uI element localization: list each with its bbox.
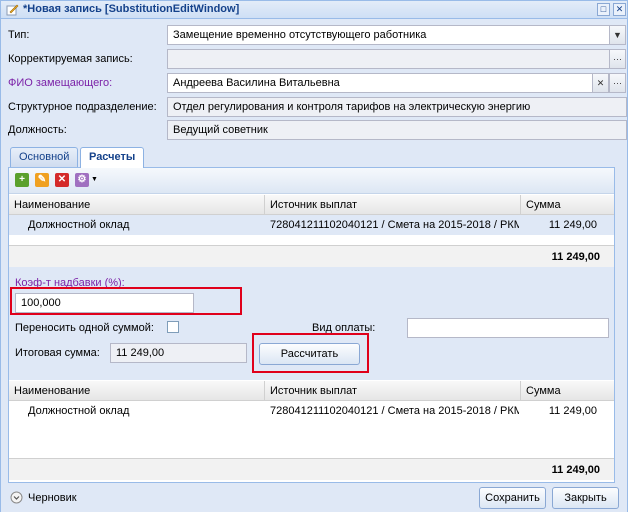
column-header[interactable]: Источник выплат bbox=[265, 195, 521, 215]
ellipsis-icon[interactable]: ··· bbox=[609, 49, 626, 69]
corrected-record-label: Корректируемая запись: bbox=[8, 53, 133, 65]
clear-icon[interactable]: ✕ bbox=[592, 73, 609, 93]
column-header[interactable]: Сумма bbox=[521, 381, 614, 401]
window-titlebar: *Новая запись [SubstitutionEditWindow] □… bbox=[1, 1, 627, 19]
highlight-box-calc bbox=[252, 333, 369, 373]
status-text: Черновик bbox=[28, 492, 77, 504]
save-button[interactable]: Сохранить bbox=[479, 487, 546, 509]
grid-header: Наименование Источник выплат Сумма bbox=[9, 195, 614, 215]
close-button[interactable]: Закрыть bbox=[552, 487, 619, 509]
total-sum-label: Итоговая сумма: bbox=[15, 347, 100, 359]
add-icon[interactable]: + bbox=[15, 173, 29, 187]
corrected-record-field[interactable] bbox=[167, 49, 610, 69]
tab-main[interactable]: Основной bbox=[10, 147, 79, 167]
position-label: Должность: bbox=[8, 124, 67, 136]
payment-type-field[interactable] bbox=[407, 318, 609, 338]
grid-total: 11 249,00 bbox=[551, 464, 600, 476]
grid-total: 11 249,00 bbox=[551, 251, 600, 263]
type-label: Тип: bbox=[8, 29, 30, 41]
maximize-icon[interactable]: □ bbox=[597, 3, 610, 16]
ellipsis-icon[interactable]: ··· bbox=[609, 73, 626, 93]
grid-total-row: 11 249,00 bbox=[9, 458, 614, 480]
department-field: Отдел регулирования и контроля тарифов н… bbox=[167, 97, 627, 117]
grid-total-row: 11 249,00 bbox=[9, 245, 614, 267]
window-title: *Новая запись [SubstitutionEditWindow] bbox=[23, 3, 240, 15]
edit-icon bbox=[6, 4, 19, 16]
edit-icon[interactable]: ✎ bbox=[35, 173, 49, 187]
single-sum-checkbox[interactable] bbox=[167, 321, 179, 333]
dropdown-arrow-icon[interactable]: ▼ bbox=[91, 176, 98, 183]
calculations-panel: + ✎ ✕ ⚙ ▼ Наименование Источник выплат С… bbox=[8, 168, 615, 483]
status-icon bbox=[10, 491, 23, 504]
table-row[interactable]: Должностной оклад 728041211102040121 / С… bbox=[9, 401, 614, 421]
fio-label: ФИО замещающего: bbox=[8, 77, 113, 89]
cell-source: 728041211102040121 / Смета на 2015-2018 … bbox=[270, 405, 519, 417]
highlight-box-coef bbox=[10, 287, 242, 315]
substitution-edit-window: *Новая запись [SubstitutionEditWindow] □… bbox=[0, 0, 628, 512]
cell-source: 728041211102040121 / Смета на 2015-2018 … bbox=[270, 219, 519, 231]
column-header[interactable]: Источник выплат bbox=[265, 381, 521, 401]
tab-strip: Основной Расчеты bbox=[8, 146, 615, 168]
single-sum-label: Переносить одной суммой: bbox=[15, 322, 154, 334]
close-icon[interactable]: ✕ bbox=[613, 3, 626, 16]
column-header[interactable]: Наименование bbox=[9, 381, 265, 401]
fio-field[interactable]: Андреева Василина Витальевна bbox=[167, 73, 593, 93]
cell-name: Должностной оклад bbox=[28, 219, 130, 231]
cell-name: Должностной оклад bbox=[28, 405, 130, 417]
delete-icon[interactable]: ✕ bbox=[55, 173, 69, 187]
grid-toolbar: + ✎ ✕ ⚙ ▼ bbox=[9, 168, 614, 194]
column-header[interactable]: Наименование bbox=[9, 195, 265, 215]
settings-icon[interactable]: ⚙ bbox=[75, 173, 89, 187]
department-label: Структурное подразделение: bbox=[8, 101, 157, 113]
cell-sum: 11 249,00 bbox=[548, 219, 597, 231]
header-form: Тип: Замещение временно отсутствующего р… bbox=[1, 20, 627, 140]
table-row[interactable]: Должностной оклад 728041211102040121 / С… bbox=[9, 215, 614, 235]
total-sum-field: 11 249,00 bbox=[110, 343, 247, 363]
position-field: Ведущий советник bbox=[167, 120, 627, 140]
payments-grid-bottom: Наименование Источник выплат Сумма Должн… bbox=[9, 381, 614, 481]
tab-calculations[interactable]: Расчеты bbox=[80, 147, 145, 168]
type-select[interactable]: Замещение временно отсутствующего работн… bbox=[167, 25, 610, 45]
column-header[interactable]: Сумма bbox=[521, 195, 614, 215]
payments-grid-top: Наименование Источник выплат Сумма Должн… bbox=[9, 195, 614, 267]
cell-sum: 11 249,00 bbox=[548, 405, 597, 417]
grid-header: Наименование Источник выплат Сумма bbox=[9, 381, 614, 401]
footer-bar: Черновик Сохранить Закрыть bbox=[1, 483, 627, 512]
chevron-down-icon[interactable]: ▼ bbox=[609, 25, 626, 45]
calc-section: Коэф-т надбавки (%): 100,000 Переносить … bbox=[9, 267, 614, 380]
